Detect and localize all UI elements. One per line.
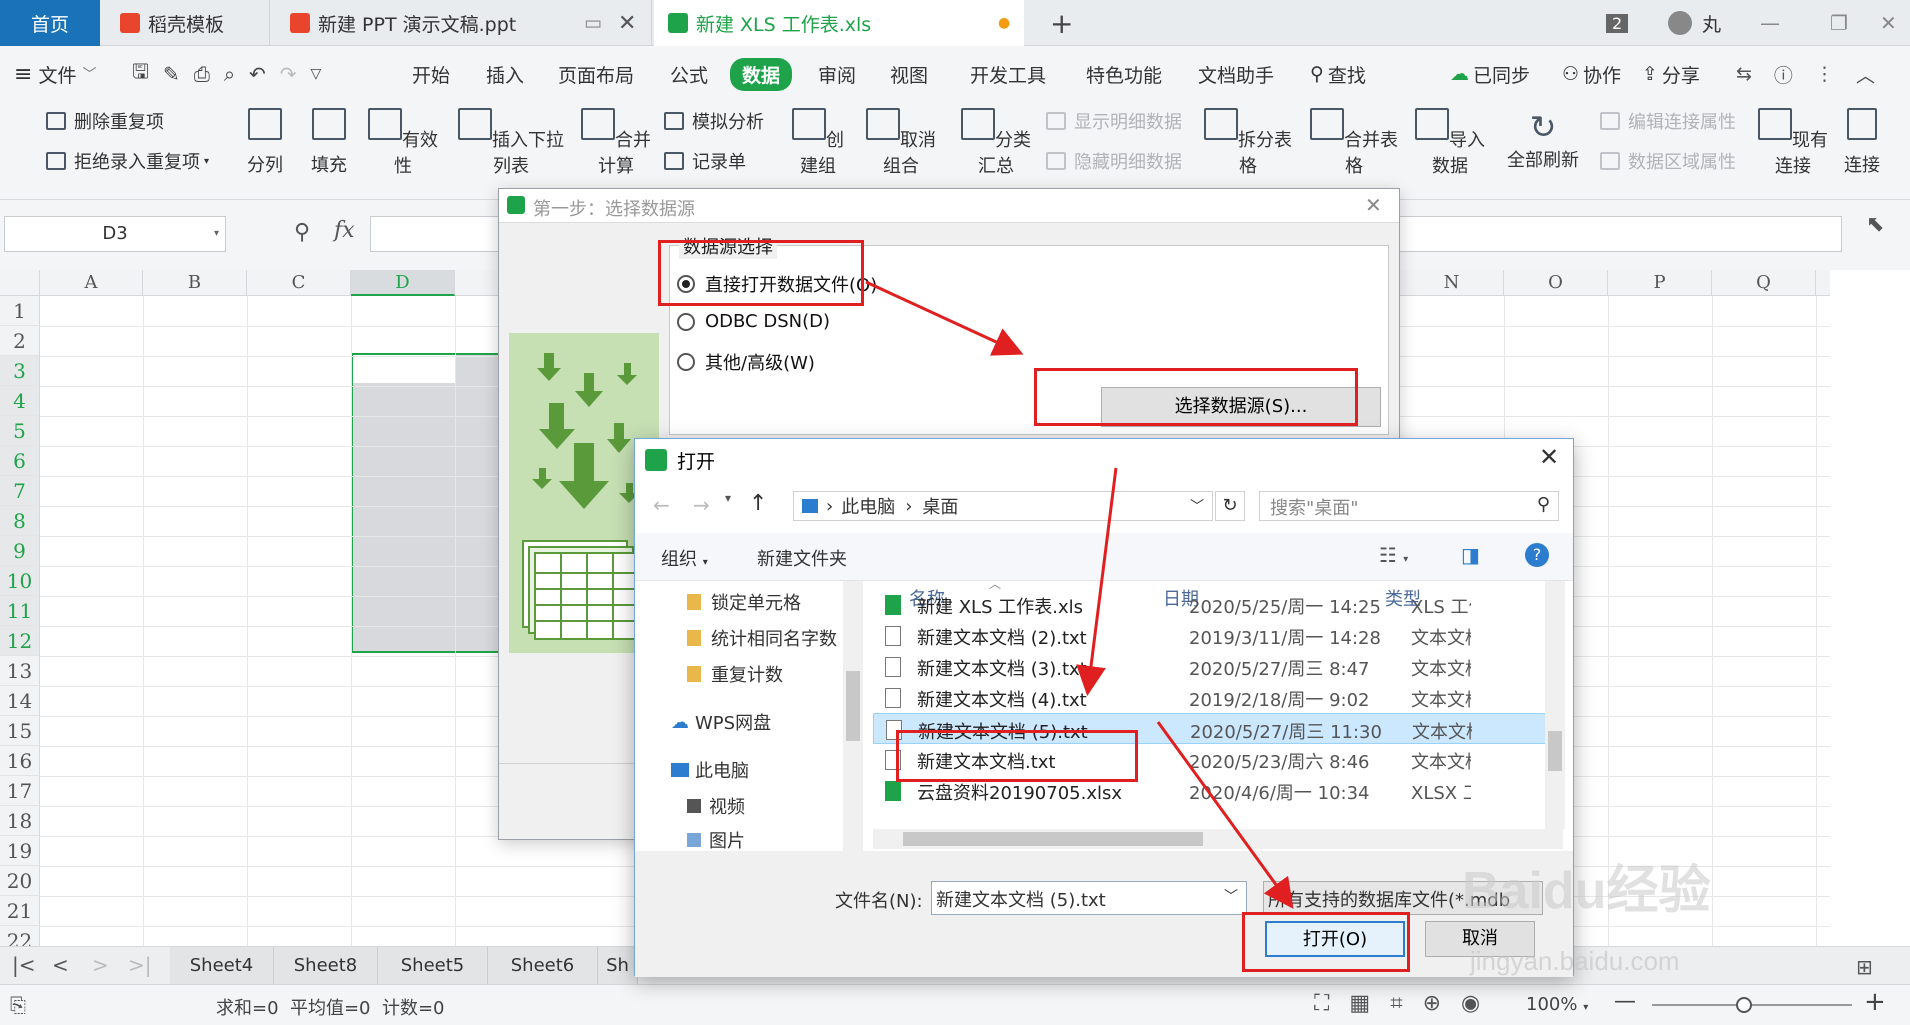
arrow-2	[1076, 467, 1118, 696]
arrow-3	[1156, 721, 1294, 909]
arrow-1	[865, 280, 1024, 356]
watermark-brand: Baidu经验	[1462, 862, 1711, 920]
watermark-url: jingyan.baidu.com	[1470, 946, 1680, 976]
